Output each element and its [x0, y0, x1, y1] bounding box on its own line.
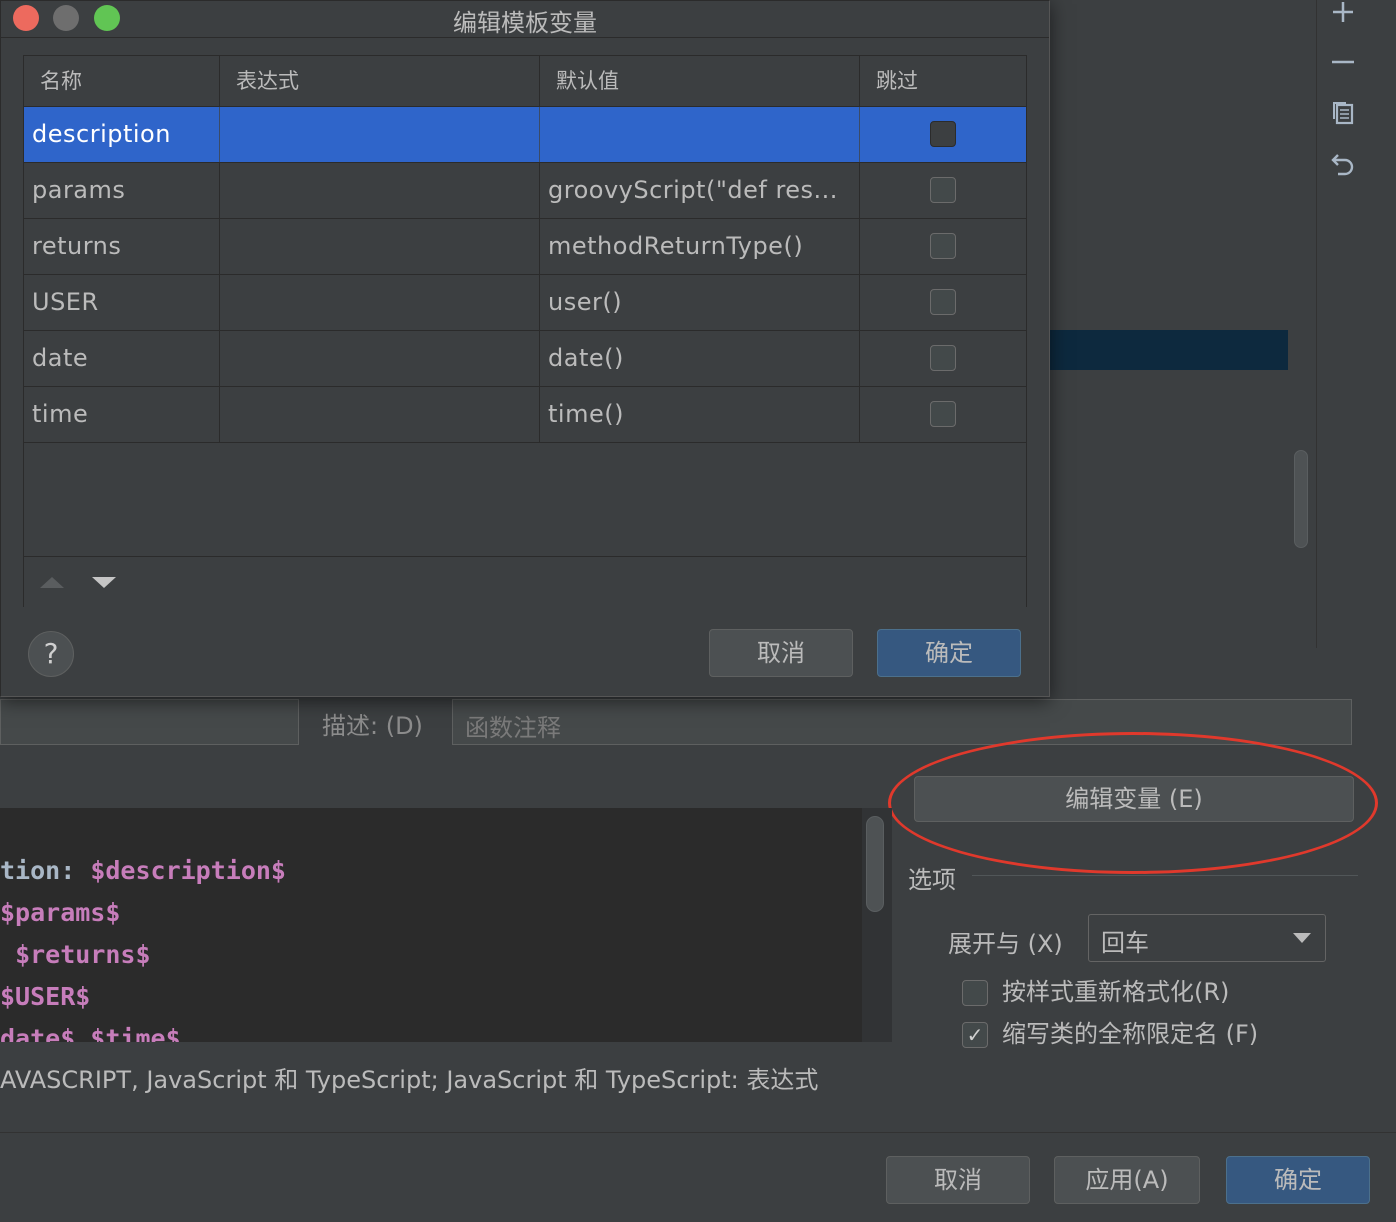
- cell-expression[interactable]: [220, 219, 540, 274]
- editor-scrollbar[interactable]: [866, 816, 884, 912]
- column-header-skip[interactable]: 跳过: [860, 56, 1026, 106]
- move-down-icon[interactable]: [92, 577, 116, 588]
- table-row[interactable]: description: [24, 107, 1026, 163]
- template-list-panel: [1050, 0, 1316, 648]
- cell-default[interactable]: [540, 107, 860, 162]
- table-row[interactable]: USER user(): [24, 275, 1026, 331]
- cancel-button[interactable]: 取消: [886, 1156, 1030, 1204]
- cell-default[interactable]: date(): [540, 331, 860, 386]
- template-toolbar: [1316, 0, 1396, 648]
- table-row[interactable]: returns methodReturnType(): [24, 219, 1026, 275]
- shorten-fq-label: 缩写类的全称限定名 (F): [1002, 1020, 1259, 1048]
- dialog-cancel-button[interactable]: 取消: [709, 629, 853, 677]
- editor-line: date$ $time$: [0, 1024, 181, 1042]
- chevron-down-icon: [1293, 933, 1311, 943]
- template-list-selected-row[interactable]: [1050, 330, 1288, 370]
- skip-checkbox[interactable]: [930, 177, 956, 203]
- table-row[interactable]: date date(): [24, 331, 1026, 387]
- column-header-default[interactable]: 默认值: [540, 56, 860, 106]
- editor-line: tion: $description$: [0, 856, 286, 885]
- plus-icon[interactable]: [1330, 0, 1356, 26]
- cell-default[interactable]: time(): [540, 387, 860, 442]
- cell-default[interactable]: groovyScript("def res...: [540, 163, 860, 218]
- cell-name[interactable]: time: [24, 387, 220, 442]
- shorten-fq-option[interactable]: ✓ 缩写类的全称限定名 (F): [962, 1014, 1258, 1049]
- table-row[interactable]: params groovyScript("def res...: [24, 163, 1026, 219]
- cell-name[interactable]: USER: [24, 275, 220, 330]
- template-text-editor[interactable]: tion: $description$ $params$ $returns$ $…: [0, 808, 892, 1042]
- ok-button[interactable]: 确定: [1226, 1156, 1370, 1204]
- cell-name[interactable]: date: [24, 331, 220, 386]
- skip-checkbox[interactable]: [930, 289, 956, 315]
- options-divider: [972, 875, 1358, 876]
- dialog-title: 编辑模板变量: [453, 9, 597, 37]
- skip-checkbox[interactable]: [930, 121, 956, 147]
- expand-with-value: 回车: [1101, 929, 1149, 957]
- reformat-checkbox[interactable]: [962, 980, 988, 1006]
- copy-icon[interactable]: [1330, 99, 1356, 125]
- cell-name[interactable]: returns: [24, 219, 220, 274]
- column-header-expression[interactable]: 表达式: [220, 56, 540, 106]
- cell-name[interactable]: params: [24, 163, 220, 218]
- expand-with-select[interactable]: 回车: [1088, 914, 1326, 962]
- check-icon: ✓: [966, 1023, 984, 1047]
- edit-variables-button[interactable]: 编辑变量 (E): [914, 776, 1354, 822]
- cell-expression[interactable]: [220, 163, 540, 218]
- edit-template-variables-dialog: 编辑模板变量 名称 表达式 默认值 跳过 description params …: [0, 0, 1050, 697]
- column-header-name[interactable]: 名称: [24, 56, 220, 106]
- undo-icon[interactable]: [1330, 152, 1356, 178]
- variables-table: 名称 表达式 默认值 跳过 description params groovyS…: [23, 55, 1027, 607]
- expand-with-label: 展开与 (X): [948, 930, 1063, 958]
- cell-expression[interactable]: [220, 275, 540, 330]
- template-list-scrollbar[interactable]: [1294, 450, 1308, 548]
- description-input[interactable]: 函数注释: [452, 699, 1352, 745]
- skip-checkbox[interactable]: [930, 233, 956, 259]
- reformat-label: 按样式重新格式化(R): [1002, 978, 1230, 1006]
- table-row[interactable]: time time(): [24, 387, 1026, 443]
- move-up-icon[interactable]: [40, 577, 64, 588]
- applicable-contexts[interactable]: AVASCRIPT, JavaScript 和 TypeScript; Java…: [0, 1060, 818, 1095]
- shorten-fq-checkbox[interactable]: ✓: [962, 1022, 988, 1048]
- skip-checkbox[interactable]: [930, 401, 956, 427]
- options-title: 选项: [908, 866, 956, 894]
- editor-line: $USER$: [0, 982, 91, 1011]
- editor-line: $params$: [0, 898, 121, 927]
- table-toolbar: [24, 556, 1026, 607]
- description-label: 描述: (D): [322, 712, 423, 740]
- cell-expression[interactable]: [220, 387, 540, 442]
- reformat-option[interactable]: 按样式重新格式化(R): [962, 972, 1229, 1007]
- table-header: 名称 表达式 默认值 跳过: [24, 56, 1026, 107]
- abbreviation-field[interactable]: [0, 699, 299, 745]
- help-button[interactable]: ?: [28, 631, 74, 677]
- cell-default[interactable]: methodReturnType(): [540, 219, 860, 274]
- cell-default[interactable]: user(): [540, 275, 860, 330]
- dialog-ok-button[interactable]: 确定: [877, 629, 1021, 677]
- cell-expression[interactable]: [220, 107, 540, 162]
- editor-line: $returns$: [15, 940, 151, 969]
- cell-name[interactable]: description: [24, 107, 220, 162]
- minus-icon[interactable]: [1330, 48, 1356, 74]
- footer-divider: [0, 1132, 1396, 1133]
- dialog-titlebar[interactable]: 编辑模板变量: [1, 1, 1049, 38]
- apply-button[interactable]: 应用(A): [1054, 1156, 1200, 1204]
- cell-expression[interactable]: [220, 331, 540, 386]
- skip-checkbox[interactable]: [930, 345, 956, 371]
